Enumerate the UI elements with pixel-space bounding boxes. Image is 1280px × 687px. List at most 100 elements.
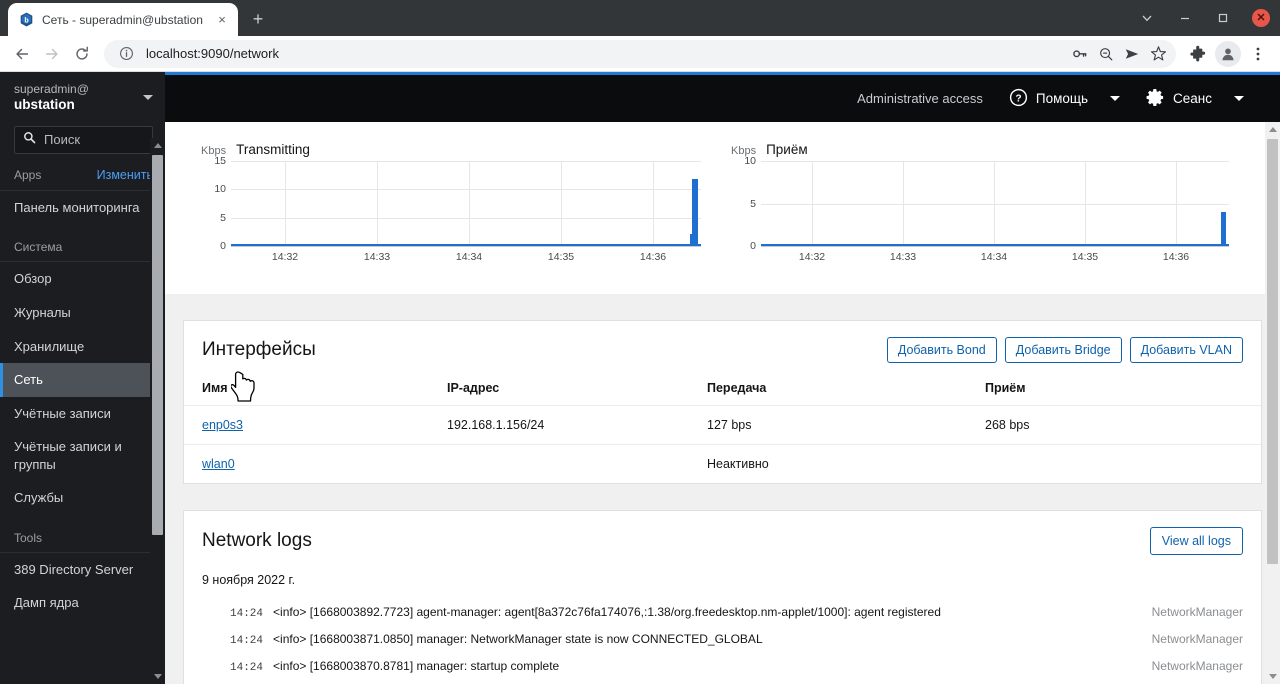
chart-xtick: 14:33 bbox=[363, 251, 391, 263]
chart-xtick: 14:32 bbox=[271, 251, 299, 263]
restore-icon[interactable] bbox=[1204, 0, 1242, 36]
chart-ytick: 5 bbox=[750, 197, 756, 210]
interface-ip bbox=[429, 444, 689, 483]
table-row[interactable]: wlan0 Неактивно bbox=[184, 444, 1261, 483]
interface-ip: 192.168.1.156/24 bbox=[429, 405, 689, 445]
key-icon[interactable] bbox=[1068, 42, 1092, 66]
sidebar-item-logs[interactable]: Журналы bbox=[0, 296, 165, 330]
sidebar-item-services[interactable]: Службы bbox=[0, 481, 165, 515]
view-all-logs-button[interactable]: View all logs bbox=[1149, 527, 1243, 555]
sidebar-user-name: superadmin@ bbox=[14, 82, 89, 96]
sidebar-section-tools-label: Tools bbox=[0, 515, 165, 553]
minimize-icon[interactable] bbox=[1166, 0, 1204, 36]
close-icon[interactable]: ✕ bbox=[1242, 0, 1280, 36]
page-body: superadmin@ ubstation Поиск Apps Изменит… bbox=[0, 72, 1280, 684]
share-icon[interactable] bbox=[1120, 42, 1144, 66]
log-time: 14:24 bbox=[230, 608, 264, 620]
sidebar-scroll-thumb[interactable] bbox=[152, 155, 163, 535]
page-scrollbar[interactable] bbox=[1265, 122, 1280, 684]
info-circle-icon[interactable] bbox=[114, 42, 138, 66]
log-time: 14:24 bbox=[230, 662, 264, 674]
sidebar-scrollbar[interactable] bbox=[150, 138, 165, 684]
reload-icon[interactable] bbox=[68, 40, 96, 68]
tab-title: Сеть - superadmin@ubstation bbox=[42, 12, 203, 27]
chart-title: Приём bbox=[766, 142, 808, 157]
sidebar-item-overview[interactable]: Обзор bbox=[0, 262, 165, 296]
log-entry[interactable]: 14:24 <info> [1668003870.8483] device (e… bbox=[184, 680, 1261, 684]
log-entry[interactable]: 14:24 <info> [1668003892.7723] agent-man… bbox=[184, 599, 1261, 626]
interfaces-table: Имя IP-адрес Передача Приём enp0s3 192.1… bbox=[184, 377, 1261, 483]
sidebar-item-accounts[interactable]: Учётные записи bbox=[0, 397, 165, 431]
chart-ytick: 0 bbox=[750, 240, 756, 252]
network-traffic-charts: Kbps Transmitting 15 10 5 0 14:32 14:33 … bbox=[165, 122, 1280, 294]
administrative-access-label: Administrative access bbox=[857, 91, 983, 106]
address-bar[interactable]: localhost:9090/network bbox=[104, 39, 1176, 68]
search-placeholder: Поиск bbox=[44, 132, 81, 148]
sidebar-item-kernel-dump[interactable]: Дамп ядра bbox=[0, 586, 165, 620]
sidebar-item-dashboard[interactable]: Панель мониторинга bbox=[0, 191, 165, 225]
sidebar-section-apps-label: Apps bbox=[14, 167, 42, 182]
scroll-down-arrow-icon[interactable] bbox=[1265, 669, 1280, 684]
help-menu[interactable]: ? Помощь bbox=[1009, 88, 1121, 110]
scroll-up-arrow-icon[interactable] bbox=[150, 138, 165, 153]
toolbar-right-actions bbox=[1184, 40, 1272, 68]
close-icon[interactable]: × bbox=[214, 12, 230, 28]
content-area: Administrative access ? Помощь Сеанс Kbp… bbox=[165, 72, 1280, 684]
chart-xtick: 14:34 bbox=[455, 251, 483, 263]
interface-rx bbox=[967, 444, 1261, 483]
search-input[interactable]: Поиск bbox=[14, 125, 153, 154]
chart-series-line bbox=[231, 244, 701, 246]
add-vlan-button[interactable]: Добавить VLAN bbox=[1129, 337, 1243, 363]
page-scroll-thumb[interactable] bbox=[1267, 139, 1278, 564]
new-tab-button[interactable]: + bbox=[244, 5, 272, 33]
interface-tx: 127 bps bbox=[689, 405, 967, 445]
column-header-rx: Приём bbox=[985, 381, 1026, 395]
session-menu[interactable]: Сеанс bbox=[1146, 88, 1244, 110]
scroll-up-arrow-icon[interactable] bbox=[1265, 122, 1280, 137]
interface-link-enp0s3[interactable]: enp0s3 bbox=[202, 418, 243, 432]
kebab-menu-icon[interactable] bbox=[1244, 40, 1272, 68]
bookmark-star-icon[interactable] bbox=[1146, 42, 1170, 66]
back-icon[interactable] bbox=[8, 40, 36, 68]
table-row[interactable]: enp0s3 192.168.1.156/24 127 bps 268 bps bbox=[184, 405, 1261, 445]
log-entry[interactable]: 14:24 <info> [1668003871.0850] manager: … bbox=[184, 626, 1261, 653]
profile-avatar-icon[interactable] bbox=[1214, 40, 1242, 68]
window-controls: ✕ bbox=[1128, 0, 1280, 36]
browser-tab[interactable]: b Сеть - superadmin@ubstation × bbox=[8, 3, 238, 36]
add-bond-button[interactable]: Добавить Bond bbox=[886, 337, 997, 363]
chevron-down-icon[interactable] bbox=[1128, 0, 1166, 36]
log-source: NetworkManager bbox=[1151, 632, 1243, 646]
help-menu-label: Помощь bbox=[1035, 91, 1089, 106]
column-header-name: Имя bbox=[202, 381, 228, 395]
chart-xtick: 14:34 bbox=[980, 251, 1008, 263]
sidebar-item-network[interactable]: Сеть bbox=[0, 363, 165, 397]
log-message: <info> [1668003871.0850] manager: Networ… bbox=[273, 632, 763, 646]
log-time: 14:24 bbox=[230, 635, 264, 647]
sidebar-apps-edit-link[interactable]: Изменить bbox=[97, 168, 153, 182]
forward-icon[interactable] bbox=[38, 40, 66, 68]
log-entry[interactable]: 14:24 <info> [1668003870.8781] manager: … bbox=[184, 653, 1261, 680]
scroll-container: Kbps Transmitting 15 10 5 0 14:32 14:33 … bbox=[165, 122, 1280, 684]
chart-ytick: 5 bbox=[220, 211, 226, 224]
table-header-row: Имя IP-адрес Передача Приём bbox=[184, 377, 1261, 406]
tab-strip: b Сеть - superadmin@ubstation × + ✕ bbox=[0, 0, 1280, 36]
sidebar-host-name: ubstation bbox=[14, 97, 75, 112]
sidebar-item-accounts-and-groups[interactable]: Учётные записи и группы bbox=[0, 430, 165, 481]
interface-link-wlan0[interactable]: wlan0 bbox=[202, 457, 235, 471]
extensions-puzzle-icon[interactable] bbox=[1184, 40, 1212, 68]
chart-xtick: 14:36 bbox=[639, 251, 667, 263]
interface-rx: 268 bps bbox=[967, 405, 1261, 445]
log-source: NetworkManager bbox=[1151, 659, 1243, 673]
chevron-down-icon bbox=[1234, 96, 1244, 101]
browser-window: b Сеть - superadmin@ubstation × + ✕ loca… bbox=[0, 0, 1280, 687]
add-bridge-button[interactable]: Добавить Bridge bbox=[1004, 337, 1122, 363]
sidebar-user-menu[interactable]: superadmin@ ubstation bbox=[0, 72, 165, 124]
scroll-down-arrow-icon[interactable] bbox=[150, 669, 165, 684]
cockpit-logo-icon: b bbox=[18, 12, 34, 28]
sidebar-item-storage[interactable]: Хранилище bbox=[0, 330, 165, 364]
zoom-out-icon[interactable] bbox=[1094, 42, 1118, 66]
sidebar-item-389-directory-server[interactable]: 389 Directory Server bbox=[0, 553, 165, 587]
chart-title: Transmitting bbox=[236, 142, 310, 157]
